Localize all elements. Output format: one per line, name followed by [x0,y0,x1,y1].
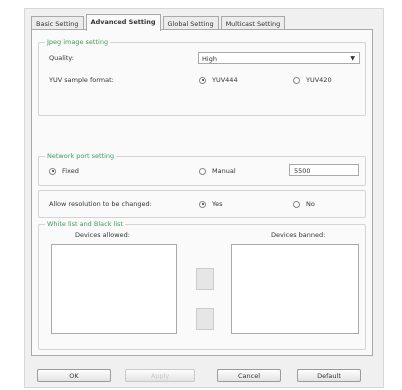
tab-advanced-setting[interactable]: Advanced Setting [85,14,161,31]
port-value: 5500 [294,167,311,175]
manual-label: Manual [212,167,236,175]
default-button[interactable]: Default [297,369,361,382]
yuv444-radio[interactable]: YUV444 [199,76,238,84]
devices-allowed-label: Devices allowed: [75,231,130,239]
network-port-group: Network port setting Fixed Manual 5500 [38,151,366,186]
jpeg-group-title: Jpeg image setting [45,37,111,47]
resolution-yes-label: Yes [212,200,223,208]
devices-allowed-list[interactable] [51,244,177,334]
devices-banned-list[interactable] [231,244,359,334]
resolution-label: Allow resolution to be changed: [49,200,152,208]
move-to-banned-button[interactable] [196,268,214,290]
move-to-allowed-button[interactable] [196,308,214,330]
device-lists-group: White list and Black list Devices allowe… [38,219,366,350]
yuv420-label: YUV420 [306,76,332,84]
apply-button[interactable]: Apply [125,369,195,382]
quality-value: High [202,55,217,63]
fixed-port-radio[interactable]: Fixed [49,167,79,175]
ok-button[interactable]: OK [37,369,111,382]
radio-unselected-icon [293,200,300,208]
manual-port-radio[interactable]: Manual [199,167,236,175]
port-input[interactable]: 5500 [289,164,359,176]
quality-label: Quality: [49,54,74,62]
fixed-label: Fixed [62,167,79,175]
advanced-setting-panel: Jpeg image setting Quality: High ▼ YUV s… [31,29,373,356]
radio-selected-icon [199,200,206,208]
radio-unselected-icon [199,167,206,175]
yuv-format-label: YUV sample format: [49,76,114,84]
radio-unselected-icon [293,76,300,84]
cancel-button[interactable]: Cancel [217,369,281,382]
yuv444-label: YUV444 [212,76,238,84]
quality-select[interactable]: High ▼ [198,52,360,64]
radio-selected-icon [199,76,206,84]
resolution-row: Allow resolution to be changed: Yes No [38,190,366,218]
resolution-yes-radio[interactable]: Yes [199,200,223,208]
settings-dialog: Basic Setting Advanced Setting Global Se… [24,8,384,388]
devices-banned-label: Devices banned: [271,231,326,239]
resolution-no-label: No [306,200,315,208]
lists-group-title: White list and Black list [45,219,126,229]
network-group-title: Network port setting [45,151,117,161]
radio-selected-icon [49,167,56,175]
jpeg-setting-group: Jpeg image setting Quality: High ▼ YUV s… [38,37,366,116]
yuv420-radio[interactable]: YUV420 [293,76,332,84]
chevron-down-icon: ▼ [350,55,355,62]
resolution-no-radio[interactable]: No [293,200,315,208]
